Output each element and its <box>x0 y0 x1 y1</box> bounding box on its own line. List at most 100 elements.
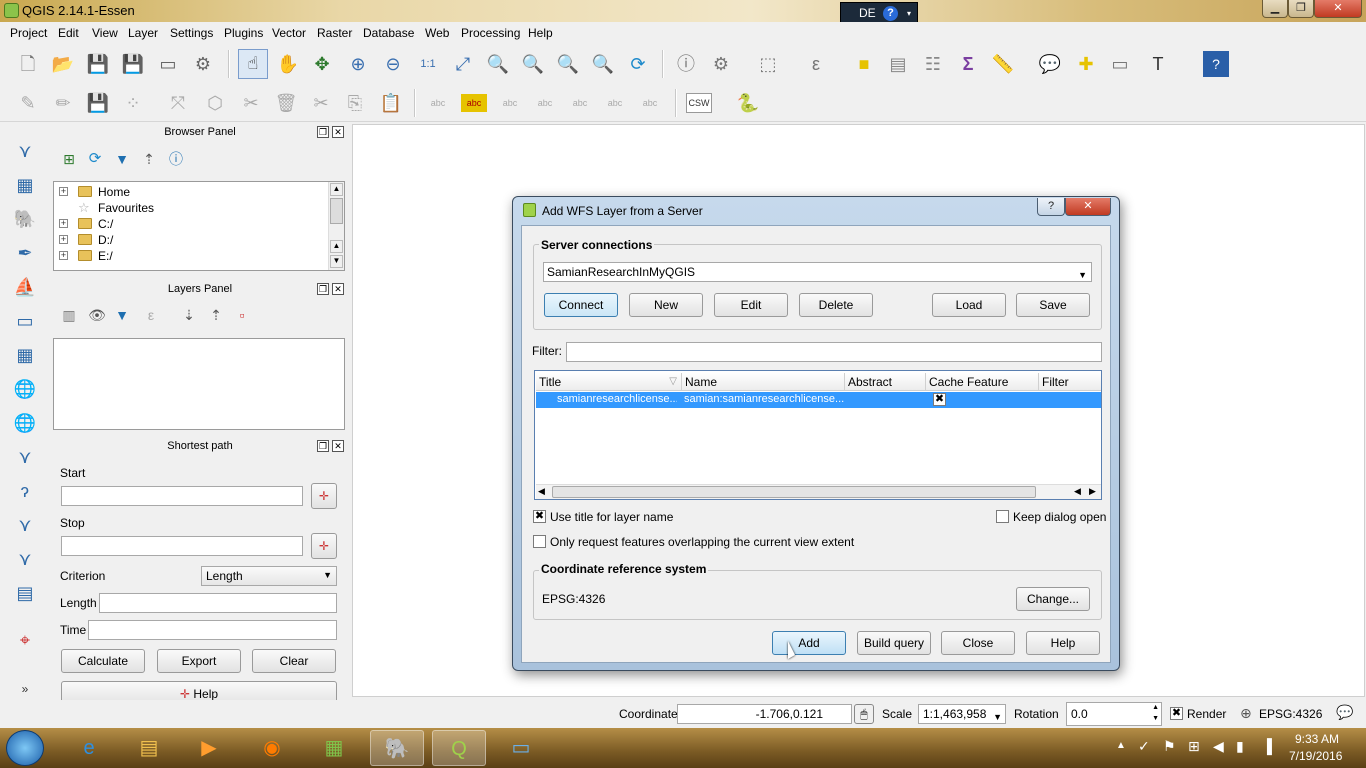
new-shapefile-layer-icon[interactable]: ⋎ <box>10 544 40 574</box>
rotation-spinbox[interactable]: 0.0 ▲ ▼ <box>1066 702 1162 726</box>
remove-layer-icon[interactable]: ▫ <box>229 302 255 328</box>
properties-info-icon[interactable]: ⓘ <box>163 146 189 172</box>
select-features-icon[interactable]: ⬚ <box>755 51 781 77</box>
capture-start-point-icon[interactable]: ✛ <box>311 483 337 509</box>
new-project-icon[interactable]: 🗋 <box>15 51 41 77</box>
menu-layer[interactable]: Layer <box>128 26 158 40</box>
calculate-button[interactable]: Calculate <box>61 649 145 673</box>
close-window-button[interactable]: ✕ <box>1314 0 1362 18</box>
menu-vector[interactable]: Vector <box>272 26 306 40</box>
layer-labeling-icon[interactable]: abc <box>425 90 451 116</box>
csw-icon[interactable]: CSW <box>686 93 712 113</box>
change-crs-button[interactable]: Change... <box>1016 587 1090 611</box>
qgis-taskbar-icon[interactable]: Q <box>432 730 486 766</box>
open-layer-styling-icon[interactable]: ▥ <box>56 302 82 328</box>
zoom-to-selection-icon[interactable]: 🔍 <box>485 51 511 77</box>
delete-button[interactable]: Delete <box>799 293 873 317</box>
close-panel-icon[interactable]: ✕ <box>332 126 344 138</box>
toggle-editing-icon[interactable]: ✏ <box>50 90 76 116</box>
move-feature-icon[interactable]: ⤧ <box>165 90 191 116</box>
export-button[interactable]: Export <box>157 649 241 673</box>
show-bookmarks-icon[interactable]: ▭ <box>1107 51 1133 77</box>
refresh-browser-icon[interactable]: ⟳ <box>82 146 108 172</box>
manage-visibility-icon[interactable]: 👁 <box>84 302 110 328</box>
map-tips-icon[interactable]: 💬 <box>1037 51 1063 77</box>
coordinate-field[interactable]: -1.706,0.121 <box>677 704 852 724</box>
zoom-out-icon[interactable]: ⊖ <box>380 51 406 77</box>
float-panel-icon[interactable]: ❐ <box>317 283 329 295</box>
scroll-left-icon[interactable]: ◀ <box>538 486 545 497</box>
field-calculator-icon[interactable]: ☷ <box>920 51 946 77</box>
add-virtual-layer-icon[interactable]: ⋎ <box>10 510 40 540</box>
hscroll-thumb[interactable] <box>552 486 1036 498</box>
current-edits-icon[interactable]: ✎ <box>15 90 41 116</box>
open-project-icon[interactable]: 📂 <box>50 51 76 77</box>
close-panel-icon[interactable]: ✕ <box>332 283 344 295</box>
help-contents-icon[interactable]: ? <box>1203 51 1229 77</box>
move-label-icon[interactable]: abc <box>567 90 593 116</box>
zoom-last-icon[interactable]: 🔍 <box>555 51 581 77</box>
edit-button[interactable]: Edit <box>714 293 788 317</box>
start-point-field[interactable] <box>61 486 303 506</box>
scroll-right-icon[interactable]: ▶ <box>1089 486 1096 497</box>
column-header-title[interactable]: Title ▽ <box>536 373 682 391</box>
filter-by-expression-icon[interactable]: ε <box>138 302 164 328</box>
pgadmin-icon[interactable]: 🐘 <box>370 730 424 766</box>
menu-web[interactable]: Web <box>425 26 449 40</box>
media-player-icon[interactable]: ▶ <box>182 730 236 766</box>
change-label-icon[interactable]: abc <box>637 90 663 116</box>
measure-line-icon[interactable]: 📏 <box>990 51 1016 77</box>
length-field[interactable] <box>99 593 337 613</box>
volume-icon[interactable]: ◀ <box>1213 738 1224 755</box>
add-spatialite-layer-icon[interactable]: ✒ <box>10 238 40 268</box>
network-tray-icon[interactable]: ✓ <box>1138 738 1150 755</box>
expand-icon[interactable]: + <box>59 235 68 244</box>
scroll-thumb[interactable] <box>330 198 343 224</box>
zoom-next-icon[interactable]: 🔍 <box>590 51 616 77</box>
clear-button[interactable]: Clear <box>252 649 336 673</box>
menu-raster[interactable]: Raster <box>317 26 352 40</box>
cache-feature-checkbox[interactable]: ✖ <box>933 393 946 406</box>
table-hscrollbar[interactable]: ◀ ◀ ▶ <box>536 484 1101 499</box>
help-dialog-button[interactable]: Help <box>1026 631 1100 655</box>
add-postgis-layer-icon[interactable]: 🐘 <box>10 204 40 234</box>
action-center-icon[interactable]: ⚑ <box>1163 738 1176 755</box>
notepadpp-icon[interactable]: ▦ <box>307 730 361 766</box>
refresh-icon[interactable]: ⟳ <box>625 51 651 77</box>
add-feature-icon[interactable]: ⁘ <box>120 90 146 116</box>
rotate-label-icon[interactable]: abc <box>602 90 628 116</box>
close-panel-icon[interactable]: ✕ <box>332 440 344 452</box>
show-hidden-icons[interactable]: ▲ <box>1116 740 1126 751</box>
scroll-up-icon[interactable]: ▲ <box>330 240 343 253</box>
scale-select[interactable]: 1:1,463,958 ▼ <box>918 704 1006 724</box>
composer-manager-icon[interactable]: ⚙ <box>190 51 216 77</box>
column-header-abstract[interactable]: Abstract <box>845 373 926 391</box>
save-edits-icon[interactable]: 💾 <box>85 90 111 116</box>
close-button[interactable]: Close <box>941 631 1015 655</box>
scroll-down-icon[interactable]: ▼ <box>330 255 343 268</box>
spin-down-icon[interactable]: ▼ <box>1152 714 1159 724</box>
text-annotation-icon[interactable]: T <box>1145 51 1171 77</box>
layers-tree[interactable] <box>53 338 345 430</box>
save-button[interactable]: Save <box>1016 293 1090 317</box>
menu-view[interactable]: View <box>92 26 118 40</box>
add-wfs-layer-icon[interactable]: ⋎ <box>10 442 40 472</box>
zoom-to-layer-icon[interactable]: 🔍 <box>520 51 546 77</box>
column-header-filter[interactable]: Filter <box>1039 373 1101 391</box>
time-field[interactable] <box>88 620 337 640</box>
crs-status[interactable]: EPSG:4326 <box>1259 707 1322 721</box>
menu-database[interactable]: Database <box>363 26 414 40</box>
menu-plugins[interactable]: Plugins <box>224 26 263 40</box>
internet-explorer-icon[interactable]: e <box>62 730 116 766</box>
capture-stop-point-icon[interactable]: ✛ <box>311 533 337 559</box>
attribute-table-icon[interactable]: ▤ <box>885 51 911 77</box>
pan-map-icon[interactable]: ✥ <box>309 51 335 77</box>
dialog-help-button[interactable]: ? <box>1037 198 1065 216</box>
zoom-full-icon[interactable]: ⤢ <box>450 51 476 77</box>
menu-processing[interactable]: Processing <box>461 26 520 40</box>
signal-icon[interactable]: ▐ <box>1262 738 1272 754</box>
node-tool-icon[interactable]: ⬡ <box>202 90 228 116</box>
select-by-expression-icon[interactable]: ε <box>803 51 829 77</box>
criterion-select[interactable]: Length ▼ <box>201 566 337 586</box>
save-as-icon[interactable]: 💾 <box>120 51 146 77</box>
